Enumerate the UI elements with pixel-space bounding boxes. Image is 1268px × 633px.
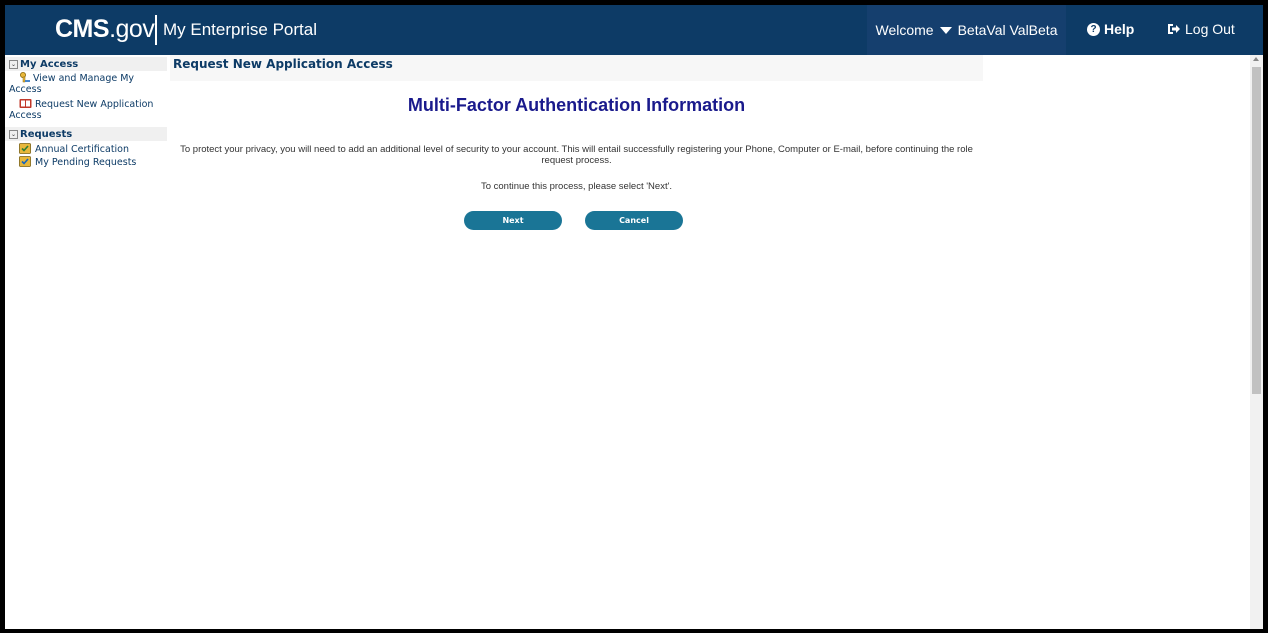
user-name: BetaVal ValBeta [957, 22, 1058, 38]
sidebar-item-view-and-manage-my-access[interactable]: View and Manage My [33, 73, 134, 84]
sidebar-item-annual-certification[interactable]: Annual Certification [35, 144, 129, 155]
sidebar-item-request-new-application-access[interactable]: Request New Application [35, 99, 153, 110]
sidebar-item-label: Request New Application [35, 99, 154, 110]
sidebar-section-my-access[interactable]: ⌄ My Access [5, 57, 167, 71]
next-button[interactable]: Next [464, 211, 562, 230]
browser-frame: CMS.gov My Enterprise Portal Welcome Bet… [5, 5, 1263, 629]
sidebar: ⌄ My Access View and Manage My Access Re… [5, 55, 167, 629]
logo-suffix-text: .gov [109, 15, 155, 43]
welcome-menu[interactable]: Welcome BetaVal ValBeta [867, 5, 1066, 55]
cms-logo[interactable]: CMS.gov [55, 15, 155, 44]
cancel-button[interactable]: Cancel [585, 211, 683, 230]
sidebar-item-label-continued[interactable]: Access [9, 110, 42, 121]
scrollbar-thumb[interactable] [1252, 67, 1261, 394]
sidebar-section-title: Requests [20, 128, 73, 140]
sidebar-item-label: View and Manage My [33, 73, 135, 84]
sidebar-item-label-continued[interactable]: Access [9, 84, 42, 95]
logout-link[interactable]: Log Out [1167, 21, 1235, 37]
page-breadcrumb: Request New Application Access [173, 57, 393, 71]
collapse-toggle-icon: ⌄ [9, 59, 18, 69]
help-label: Help [1104, 21, 1135, 37]
description-text: To protect your privacy, you will need t… [180, 144, 973, 166]
question-circle-icon: ? [1087, 22, 1100, 36]
page-title: Multi-Factor Authentication Information [407, 95, 746, 115]
main-content: Request New Application Access Multi-Fac… [170, 55, 983, 629]
vertical-scrollbar[interactable] [1250, 55, 1263, 629]
certificate-icon [19, 143, 31, 154]
book-icon [19, 99, 32, 108]
pending-icon [19, 156, 31, 167]
header-divider [155, 15, 157, 45]
logout-label: Log Out [1185, 21, 1235, 37]
logout-icon [1168, 24, 1180, 34]
sidebar-item-my-pending-requests[interactable]: My Pending Requests [35, 157, 136, 168]
welcome-label: Welcome [875, 22, 934, 38]
top-header: CMS.gov My Enterprise Portal Welcome Bet… [5, 5, 1263, 55]
mfa-panel: Multi-Factor Authentication Information … [170, 81, 983, 629]
sidebar-section-title: My Access [20, 58, 79, 70]
scroll-up-arrow-icon[interactable] [1253, 57, 1259, 61]
key-icon [20, 72, 30, 83]
caret-down-icon [939, 26, 952, 34]
sidebar-section-requests[interactable]: ⌄ Requests [5, 127, 167, 141]
help-link[interactable]: ? Help [1087, 21, 1134, 37]
collapse-toggle-icon: ⌄ [9, 129, 18, 139]
portal-title: My Enterprise Portal [163, 20, 317, 39]
continue-instruction: To continue this process, please select … [480, 181, 673, 192]
logo-main-text: CMS [55, 15, 110, 43]
right-pane [983, 55, 1250, 629]
